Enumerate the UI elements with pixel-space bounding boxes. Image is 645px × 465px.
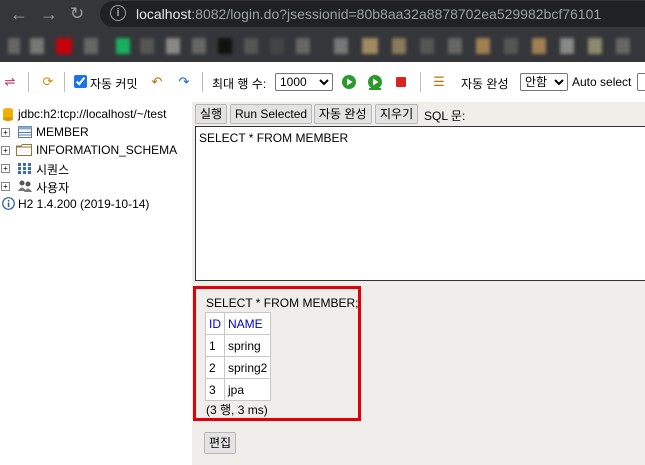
info-circle-icon	[2, 197, 16, 210]
disconnect-icon[interactable]: ⇌	[2, 74, 18, 90]
run-icon[interactable]	[341, 74, 357, 90]
result-statement: SELECT * FROM MEMBER;	[206, 296, 359, 310]
table-cell: spring	[223, 334, 272, 357]
bookmark-icon[interactable]	[8, 38, 20, 54]
bookmarks-bar	[0, 28, 645, 62]
auto-complete-select[interactable]: 안함	[520, 73, 568, 91]
bookmark-icon[interactable]	[420, 38, 434, 54]
database-icon	[2, 107, 16, 121]
folder-icon	[16, 144, 32, 156]
expand-icon[interactable]: +	[1, 164, 10, 173]
max-rows-label: 최대 행 수:	[212, 77, 267, 91]
bookmark-icon[interactable]	[560, 38, 574, 54]
table-icon	[18, 126, 32, 138]
url-host: localhost	[136, 6, 192, 22]
auto-commit-checkbox[interactable]	[74, 75, 87, 88]
edit-button[interactable]: 편집	[204, 432, 237, 454]
toolbar-divider	[28, 72, 29, 92]
expand-icon[interactable]: +	[1, 128, 10, 137]
table-cell: spring2	[223, 356, 272, 379]
browser-toolbar: ← → ↻ i localhost:8082/login.do?jsession…	[0, 0, 645, 28]
expand-icon[interactable]: +	[1, 182, 10, 191]
bookmark-icon[interactable]	[504, 38, 518, 54]
toolbar-divider	[202, 72, 203, 92]
bookmark-icon[interactable]	[448, 38, 462, 54]
bookmark-icon[interactable]	[218, 38, 232, 54]
users-icon	[18, 180, 32, 192]
auto-commit-label: 자동 커밋	[90, 77, 138, 91]
bookmark-icon[interactable]	[192, 38, 206, 54]
result-table: ID NAME 1 spring 2 spring2 3 jpa	[205, 312, 272, 401]
bookmark-icon[interactable]	[588, 38, 602, 54]
bookmark-icon[interactable]	[616, 38, 630, 54]
bookmark-icon[interactable]	[30, 38, 44, 54]
history-icon[interactable]: ☰	[431, 74, 447, 90]
bookmark-icon[interactable]	[334, 38, 348, 54]
url-text: localhost:8082/login.do?jsessionid=80b8a…	[136, 6, 601, 22]
table-row: 1 spring	[205, 334, 272, 357]
bookmark-icon[interactable]	[296, 38, 310, 54]
toolbar-divider	[420, 72, 421, 92]
info-icon[interactable]: i	[110, 5, 126, 21]
column-header[interactable]: NAME	[223, 312, 272, 335]
sql-text: SELECT * FROM MEMBER	[199, 131, 349, 145]
stop-icon[interactable]	[393, 74, 409, 90]
table-cell: jpa	[223, 378, 272, 401]
connection-label: jdbc:h2:tcp://localhost/~/test	[18, 107, 167, 121]
expand-icon[interactable]: +	[1, 146, 10, 155]
run-selected-icon[interactable]	[367, 74, 383, 90]
forward-icon[interactable]: →	[40, 4, 58, 25]
bookmark-icon[interactable]	[116, 38, 130, 54]
bookmark-icon[interactable]	[362, 38, 378, 54]
bookmark-icon[interactable]	[476, 38, 490, 54]
tree-item-label: 사용자	[36, 181, 70, 195]
address-bar[interactable]: i localhost:8082/login.do?jsessionid=80b…	[100, 1, 645, 27]
run-selected-button[interactable]: Run Selected	[230, 104, 313, 124]
back-icon[interactable]: ←	[10, 4, 28, 25]
sql-editor[interactable]: SELECT * FROM MEMBER	[195, 126, 645, 281]
auto-complete-label: 자동 완성	[461, 77, 509, 91]
bookmark-icon[interactable]	[392, 38, 406, 54]
result-highlight: SELECT * FROM MEMBER; ID NAME 1 spring 2…	[193, 286, 361, 421]
tree-item-label: INFORMATION_SCHEMA	[36, 143, 178, 157]
sql-label: SQL 문:	[424, 109, 466, 123]
toolbar-divider	[64, 72, 65, 92]
sequence-icon	[18, 162, 32, 174]
rollback-icon[interactable]: ↶	[149, 74, 165, 90]
query-panel: 실행 Run Selected 자동 완성 지우기 SQL 문: SELECT …	[192, 102, 645, 465]
bookmark-icon[interactable]	[532, 38, 546, 54]
h2-toolbar: ⇌ ⟳ 자동 커밋 ↶ ↷ 최대 행 수: 1000 ☰ 자동 완성 안함 Au…	[0, 62, 645, 102]
bookmark-icon[interactable]	[84, 38, 98, 54]
refresh-icon[interactable]: ⟳	[40, 74, 56, 90]
column-header[interactable]: ID	[205, 312, 225, 335]
table-header-row: ID NAME	[205, 312, 272, 335]
max-rows-select[interactable]: 1000	[275, 73, 333, 91]
table-row: 3 jpa	[205, 378, 272, 401]
bookmark-icon[interactable]	[270, 38, 284, 54]
url-path: :8082/login.do?jsessionid=80b8aa32a88787…	[191, 6, 602, 22]
auto-select-select[interactable]	[637, 73, 645, 91]
version-label: H2 1.4.200 (2019-10-14)	[18, 197, 150, 211]
result-summary: (3 행, 3 ms)	[206, 403, 268, 417]
tree-item-label: 시퀀스	[36, 163, 70, 177]
tree-item-label: MEMBER	[36, 125, 89, 139]
table-cell: 3	[205, 378, 225, 401]
bookmark-icon[interactable]	[166, 38, 180, 54]
table-cell: 2	[205, 356, 225, 379]
reload-icon[interactable]: ↻	[70, 4, 84, 24]
table-cell: 1	[205, 334, 225, 357]
bookmark-icon[interactable]	[56, 38, 72, 54]
table-row: 2 spring2	[205, 356, 272, 379]
commit-icon[interactable]: ↷	[176, 74, 192, 90]
run-button[interactable]: 실행	[195, 104, 228, 124]
bookmark-icon[interactable]	[244, 38, 258, 54]
auto-complete-button[interactable]: 자동 완성	[314, 104, 372, 124]
auto-select-label: Auto select	[572, 75, 632, 89]
bookmark-icon[interactable]	[140, 38, 154, 54]
clear-button[interactable]: 지우기	[375, 104, 419, 124]
